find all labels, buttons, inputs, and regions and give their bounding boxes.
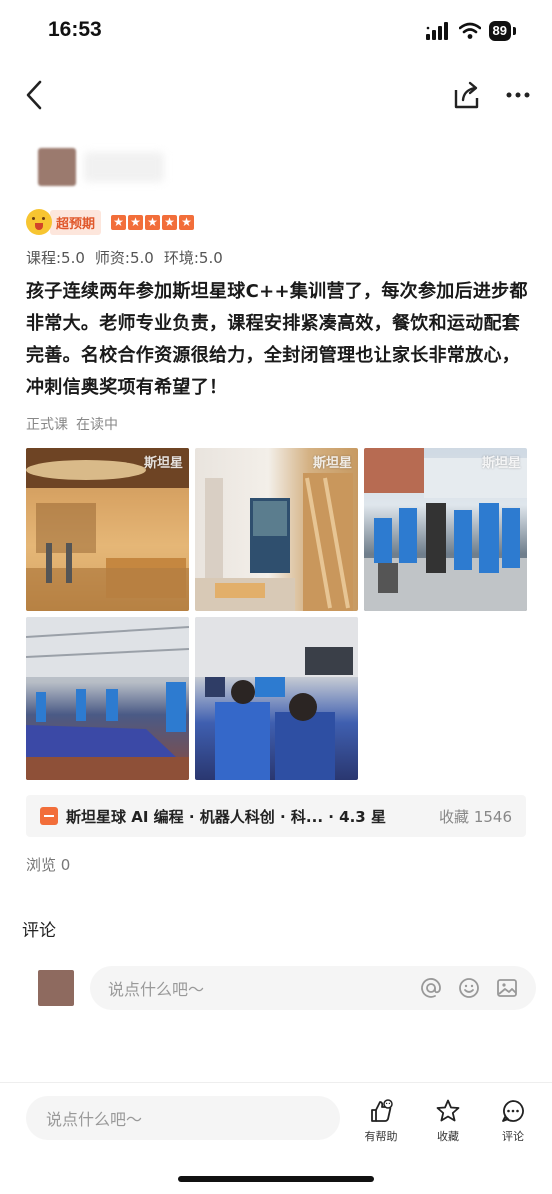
at-mention-icon[interactable] [420,977,442,999]
image-icon[interactable] [496,977,518,999]
wifi-icon [458,22,481,39]
bottom-divider [0,1082,552,1083]
score-course: 课程:5.0 [26,249,85,267]
review-photo-classroom[interactable] [195,617,358,780]
comments-title: 评论 [22,921,56,941]
cafeteria-illustration [26,448,189,611]
students-outdoor-illustration [364,448,527,611]
institution-card[interactable]: 斯坦星球 AI 编程 · 机器人科创 · 科... · 4.3 星 收藏 154… [26,795,526,837]
emoji-icon[interactable] [458,977,480,999]
author-name [84,152,164,182]
nav-bar [0,70,552,120]
rating-row: 超预期 ★ ★ ★ ★ ★ [26,208,195,236]
user-avatar [38,970,74,1006]
battery-icon: 89 [488,21,511,41]
institution-name: 斯坦星球 AI 编程 · 机器人科创 · 科... · 4.3 星 [66,807,386,826]
signal-icon [425,22,448,40]
bottom-comment-input[interactable]: 说点什么吧～ [26,1096,340,1140]
star-outline-icon [436,1099,460,1122]
score-teacher: 师资:5.0 [94,249,154,267]
tag-status: 在读中 [76,417,118,433]
sub-scores: 课程:5.0 师资:5.0 环境:5.0 [26,247,223,268]
comment-placeholder: 说点什么吧～ [108,980,205,999]
star-icon: ★ [179,214,195,230]
status-icons: 89 [425,20,516,42]
back-icon[interactable] [20,78,50,112]
bottom-input-placeholder: 说点什么吧～ [46,1110,143,1129]
photo-watermark: 斯坦星 [481,456,521,471]
comment-button[interactable]: 评论 [488,1098,538,1144]
review-text: 孩子连续两年参加斯坦星球C++集训营了，每次参加后进步都非常大。老师专业负责，课… [26,281,528,398]
thumbs-up-icon [371,1099,393,1122]
review-photo-cafeteria[interactable]: 斯坦星 [26,448,189,611]
helpful-label: 有帮助 [364,1130,398,1143]
comment-input[interactable]: 说点什么吧～ [90,966,536,1010]
status-bar: 16:53 89 [0,0,552,62]
view-count: 浏览 0 [26,856,71,874]
institution-favorites: 收藏 1546 [439,807,512,826]
star-rating: ★ ★ ★ ★ ★ [111,214,195,230]
helpful-button[interactable]: 有帮助 [356,1098,406,1144]
star-icon: ★ [111,214,127,230]
review-photo-dormitory[interactable]: 斯坦星 [195,448,358,611]
comment-bubble-icon [502,1100,524,1122]
tag-course-type: 正式课 [26,417,68,433]
institution-icon [40,807,58,825]
star-icon: ★ [128,214,144,230]
score-environment: 环境:5.0 [163,249,223,267]
comment-input-tools [420,977,518,999]
table-tennis-illustration [26,617,189,780]
battery-tip [513,27,516,35]
author-avatar[interactable] [38,148,76,186]
star-icon: ★ [162,214,178,230]
collect-button[interactable]: 收藏 [423,1098,473,1144]
comment-label: 评论 [502,1130,524,1143]
collect-label: 收藏 [437,1130,459,1143]
home-indicator[interactable] [178,1176,374,1182]
photo-watermark: 斯坦星 [143,456,183,471]
course-tags: 正式课 在读中 [26,414,118,434]
happy-face-icon [26,209,52,235]
share-icon[interactable] [450,78,482,112]
photo-watermark: 斯坦星 [312,456,352,471]
review-photo-students-outdoor[interactable]: 斯坦星 [364,448,527,611]
classroom-illustration [195,617,358,780]
status-time: 16:53 [48,18,102,41]
more-icon[interactable] [502,78,534,112]
rating-badge: 超预期 [50,209,102,235]
review-photo-table-tennis[interactable] [26,617,189,780]
star-icon: ★ [145,214,161,230]
dormitory-illustration [195,473,353,611]
